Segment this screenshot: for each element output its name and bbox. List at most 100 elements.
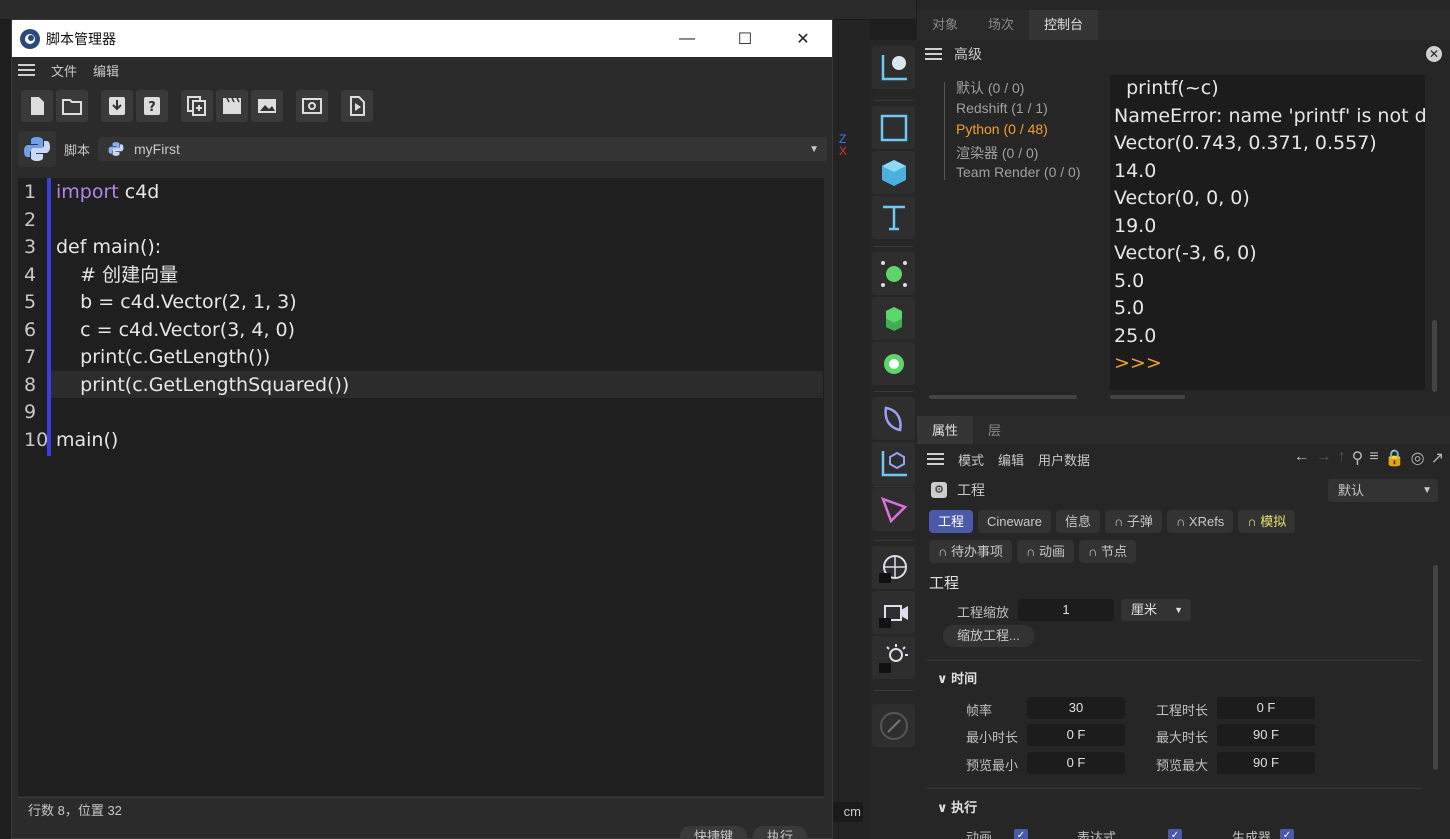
mograph-button[interactable]: [872, 488, 915, 531]
exec-generator-checkbox[interactable]: ✓: [1280, 829, 1294, 839]
menu-file[interactable]: 文件: [51, 61, 77, 80]
hamburger-icon[interactable]: [927, 453, 944, 465]
find-button[interactable]: [296, 90, 328, 122]
code-line[interactable]: 4 # 创建向量: [18, 262, 824, 289]
tab-layers[interactable]: 层: [973, 416, 1016, 444]
close-button[interactable]: ✕: [774, 20, 832, 57]
script-dropdown[interactable]: myFirst ▼: [98, 137, 827, 161]
film-button[interactable]: [216, 90, 248, 122]
forward-arrow-icon[interactable]: →: [1316, 448, 1332, 468]
time-group-header[interactable]: ∨ 时间: [937, 668, 977, 687]
title-bar[interactable]: 脚本管理器 — ☐ ✕: [12, 20, 832, 57]
tree-item-redshift[interactable]: Redshift (1 / 1): [943, 100, 1111, 122]
duplicate-button[interactable]: [181, 90, 213, 122]
pill-cineware[interactable]: Cineware: [978, 510, 1051, 533]
axis-tool-button[interactable]: [872, 442, 915, 485]
back-arrow-icon[interactable]: ←: [1294, 448, 1310, 468]
square-icon: [880, 114, 907, 141]
tab-objects[interactable]: 对象: [917, 10, 973, 40]
preview-max-input[interactable]: 90 F: [1217, 752, 1315, 774]
tab-takes[interactable]: 场次: [973, 10, 1029, 40]
spline-pen-button[interactable]: [872, 397, 915, 440]
rectangle-spline-button[interactable]: [872, 106, 915, 149]
tab-console[interactable]: 控制台: [1029, 10, 1099, 40]
execute-button[interactable]: 执行: [753, 826, 808, 839]
code-text: b = c4d.Vector(2, 1, 3): [56, 291, 297, 313]
code-line[interactable]: 7 print(c.GetLength()): [18, 344, 824, 371]
console-output[interactable]: printf(~c) NameError: name 'printf' is no…: [1110, 75, 1425, 390]
code-line[interactable]: 2: [18, 207, 824, 234]
array-button[interactable]: [872, 252, 915, 295]
menu-user-data[interactable]: 用户数据: [1038, 450, 1090, 469]
fps-input[interactable]: 30: [1027, 697, 1125, 719]
max-time-input[interactable]: 90 F: [1217, 724, 1315, 746]
pill-todo[interactable]: ∩ 待办事项: [929, 540, 1012, 563]
hamburger-icon[interactable]: [925, 48, 942, 60]
tree-item-default[interactable]: 默认 (0 / 0): [943, 78, 1111, 100]
pill-info[interactable]: 信息: [1055, 510, 1100, 533]
unit-dropdown[interactable]: 厘米 ▼: [1121, 599, 1191, 621]
open-script-button[interactable]: [56, 90, 88, 122]
code-line[interactable]: 8 print(c.GetLengthSquared()): [18, 372, 824, 399]
cube-button[interactable]: [872, 151, 915, 194]
console-scrollbar[interactable]: [1432, 320, 1437, 392]
tab-attributes[interactable]: 属性: [917, 416, 974, 444]
code-text: print(c.GetLength()): [56, 346, 271, 368]
run-button[interactable]: [341, 90, 373, 122]
pill-animation[interactable]: ∩ 动画: [1016, 540, 1074, 563]
edit-tool-button[interactable]: [872, 704, 915, 747]
code-line[interactable]: 9: [18, 399, 824, 426]
filter-icon[interactable]: ≡: [1369, 448, 1378, 468]
pill-xrefs[interactable]: ∩ XRefs: [1166, 510, 1234, 533]
sky-button[interactable]: [872, 546, 915, 589]
pill-nodes[interactable]: ∩ 节点: [1078, 540, 1136, 563]
deformer-button[interactable]: [872, 342, 915, 385]
code-line[interactable]: 10 main(): [18, 427, 824, 454]
shortcut-button[interactable]: 快捷键: [680, 826, 748, 839]
tree-item-renderer[interactable]: 渲染器 (0 / 0): [943, 143, 1111, 165]
tree-item-python[interactable]: Python (0 / 48): [943, 121, 1111, 143]
help-button[interactable]: ?: [136, 90, 168, 122]
new-window-icon[interactable]: ↗: [1431, 448, 1444, 468]
close-icon[interactable]: ✕: [1426, 46, 1442, 62]
up-arrow-icon[interactable]: ↑: [1338, 448, 1346, 468]
text-button[interactable]: [872, 196, 915, 239]
maximize-button[interactable]: ☐: [716, 20, 774, 57]
menu-mode[interactable]: 模式: [958, 450, 984, 469]
code-line[interactable]: 3 def main():: [18, 234, 824, 261]
code-line[interactable]: 6 c = c4d.Vector(3, 4, 0): [18, 317, 824, 344]
exec-expression-checkbox[interactable]: ✓: [1168, 829, 1182, 839]
cloner-button[interactable]: [872, 297, 915, 340]
mode-dropdown[interactable]: 默认 ▼: [1328, 479, 1438, 502]
hamburger-icon[interactable]: [18, 64, 35, 76]
camera-button[interactable]: [872, 591, 915, 634]
menu-edit[interactable]: 编辑: [998, 450, 1024, 469]
scale-project-button[interactable]: 缩放工程...: [943, 625, 1034, 647]
duration-input[interactable]: 0 F: [1217, 697, 1315, 719]
menu-edit[interactable]: 编辑: [93, 61, 119, 80]
pill-bullet[interactable]: ∩ 子弹: [1104, 510, 1162, 533]
code-editor[interactable]: 1 import c4d 2 3 def main(): 4 # 创建向量 5 b = c4…: [18, 178, 824, 796]
tree-hscrollbar[interactable]: [929, 395, 1077, 399]
minimize-button[interactable]: —: [658, 20, 716, 57]
output-hscrollbar[interactable]: [1110, 395, 1185, 399]
exec-animation-checkbox[interactable]: ✓: [1014, 829, 1028, 839]
search-icon[interactable]: ⚲: [1352, 448, 1364, 468]
code-line[interactable]: 5 b = c4d.Vector(2, 1, 3): [18, 289, 824, 316]
coordinate-tool-button[interactable]: [872, 46, 915, 89]
pill-simulation[interactable]: ∩ 模拟: [1238, 510, 1296, 533]
target-icon[interactable]: ◎: [1411, 448, 1425, 468]
attribute-scrollbar[interactable]: [1433, 565, 1438, 770]
tree-item-team-render[interactable]: Team Render (0 / 0): [943, 164, 1111, 186]
new-script-button[interactable]: [21, 90, 53, 122]
min-time-input[interactable]: 0 F: [1027, 724, 1125, 746]
preview-min-input[interactable]: 0 F: [1027, 752, 1125, 774]
image-button[interactable]: [251, 90, 283, 122]
pill-project[interactable]: 工程: [929, 510, 974, 533]
light-button[interactable]: [872, 636, 915, 679]
lock-icon[interactable]: 🔒: [1385, 448, 1405, 468]
scale-input[interactable]: 1: [1018, 599, 1114, 621]
import-button[interactable]: [101, 90, 133, 122]
code-line[interactable]: 1 import c4d: [18, 179, 824, 206]
execute-group-header[interactable]: ∨ 执行: [937, 797, 977, 816]
